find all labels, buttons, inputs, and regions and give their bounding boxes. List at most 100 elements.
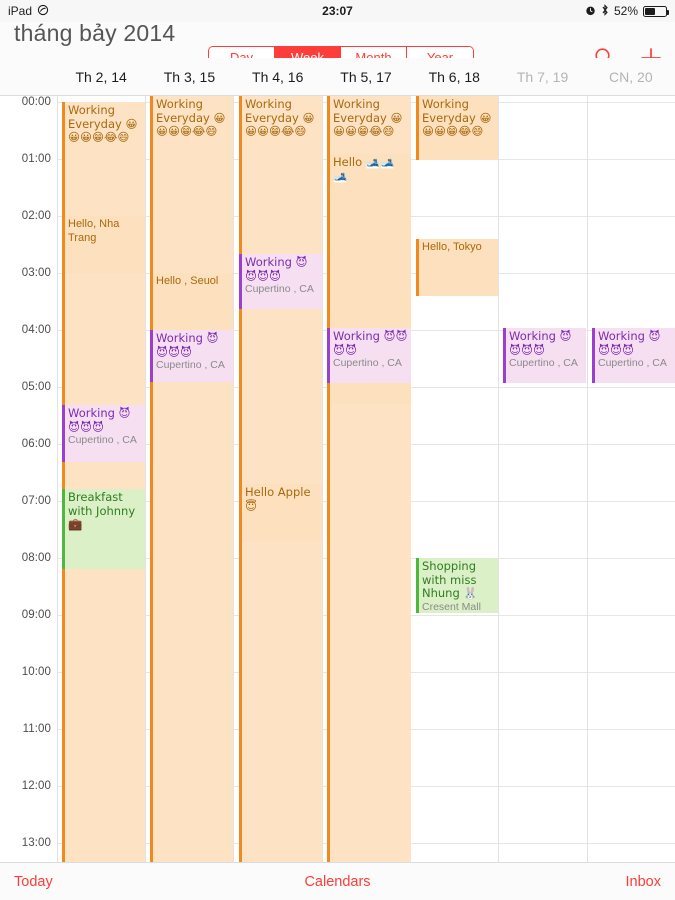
- event-color-bar: [416, 96, 419, 160]
- event-title: Shopping with miss Nhung 🐰: [422, 559, 478, 600]
- time-label-0000: 00:00: [21, 96, 51, 108]
- time-label-0200: 02:00: [21, 210, 51, 222]
- day-column-thu[interactable]: Working Everyday 😀😀😀😁😂😄 Hello 🎿🎿🎿 Workin…: [323, 96, 411, 862]
- event-working-cupertino[interactable]: Working 😈😈😈😈 Cupertino , CA: [592, 328, 675, 383]
- event-location: Cupertino , CA: [68, 434, 137, 446]
- event-working-everyday[interactable]: Working Everyday 😀😀😀😁😂😄: [416, 96, 498, 160]
- event-title: Working 😈😈😈😈: [598, 329, 661, 357]
- calendar-app: iPad 23:07 52% tháng bảy 2014 Th 2, 14 T…: [0, 0, 675, 900]
- event-color-bar: [327, 328, 330, 383]
- event-color-bar: [150, 330, 153, 382]
- event-color-bar: [62, 216, 65, 273]
- event-working-everyday[interactable]: Working Everyday 😀😀😀😁😂😄: [150, 96, 233, 862]
- day-header-sat[interactable]: Th 7, 19: [498, 58, 586, 95]
- event-color-bar: [416, 239, 419, 296]
- day-column-tue[interactable]: Working Everyday 😀😀😀😁😂😄 Hello , Seuol Wo…: [146, 96, 233, 862]
- event-title: Working Everyday 😀😀😀😁😂😄: [156, 97, 226, 138]
- event-title: Hello 🎿🎿🎿: [333, 155, 395, 183]
- event-color-bar: [416, 558, 419, 613]
- event-hello-tokyo[interactable]: Hello, Tokyo: [416, 239, 498, 296]
- day-header-thu[interactable]: Th 5, 17: [322, 58, 410, 95]
- event-hello-nha-trang[interactable]: Hello, Nha Trang: [62, 216, 145, 273]
- calendars-button[interactable]: Calendars: [0, 874, 675, 890]
- time-label-0100: 01:00: [21, 153, 51, 165]
- event-color-bar: [239, 484, 242, 541]
- day-header-fri[interactable]: Th 6, 18: [410, 58, 498, 95]
- battery-icon: [643, 5, 669, 17]
- status-bar-clock: 23:07: [322, 4, 353, 18]
- alarm-clock-icon: [585, 5, 596, 18]
- day-header-tue[interactable]: Th 3, 15: [145, 58, 233, 95]
- event-location: Cupertino , CA: [333, 357, 402, 369]
- event-title: Hello, Tokyo: [422, 241, 482, 253]
- time-label-0600: 06:00: [21, 438, 51, 450]
- day-column-sat[interactable]: Working 😈😈😈😈 Cupertino , CA: [499, 96, 586, 862]
- event-location: Cresent Mall: [422, 600, 481, 613]
- time-label-0700: 07:00: [21, 495, 51, 507]
- status-bar-right: 52%: [585, 4, 669, 18]
- event-title: Working 😈😈😈😈: [68, 406, 131, 434]
- day-header-mon[interactable]: Th 2, 14: [57, 58, 145, 95]
- event-title: Hello Apple 😇: [245, 485, 311, 513]
- event-title: Breakfast with Johnny 💼: [68, 490, 136, 531]
- event-title: Working Everyday 😀😀😀😁😂😄: [245, 97, 315, 138]
- day-header-row: Th 2, 14 Th 3, 15 Th 4, 16 Th 5, 17 Th 6…: [0, 58, 675, 96]
- event-location: Cupertino , CA: [598, 357, 667, 369]
- event-hello-apple[interactable]: Hello Apple 😇: [239, 484, 322, 541]
- event-working-cupertino[interactable]: Working 😈😈😈😈 Cupertino , CA: [150, 330, 233, 382]
- event-color-bar: [150, 96, 153, 862]
- day-header-sun[interactable]: CN, 20: [587, 58, 675, 95]
- event-title: Hello, Nha Trang: [68, 218, 120, 244]
- battery-percent-label: 52%: [613, 4, 638, 18]
- day-column-mon[interactable]: Working Everyday 😀😀😀😁😂😄 Hello, Nha Trang…: [58, 96, 145, 862]
- event-working-cupertino[interactable]: Working 😈😈😈😈 Cupertino , CA: [327, 328, 411, 383]
- event-color-bar: [239, 96, 242, 862]
- event-working-cupertino[interactable]: Working 😈😈😈😈 Cupertino , CA: [62, 405, 145, 462]
- event-breakfast-johnny[interactable]: Breakfast with Johnny 💼: [62, 489, 145, 569]
- event-working-cupertino[interactable]: Working 😈😈😈😈 Cupertino , CA: [503, 328, 586, 383]
- time-gutter: 00:00 01:00 02:00 03:00 04:00 05:00 06:0…: [0, 96, 57, 862]
- event-color-bar: [239, 254, 242, 309]
- event-title: Working 😈😈😈😈: [245, 255, 308, 283]
- event-location: Cupertino , CA: [156, 359, 225, 371]
- time-label-1300: 13:00: [21, 837, 51, 849]
- event-title: Working Everyday 😀😀😀😁😂😄: [333, 97, 403, 138]
- event-title: Working 😈😈😈😈: [156, 331, 219, 359]
- day-columns[interactable]: Working Everyday 😀😀😀😁😂😄 Hello, Nha Trang…: [57, 96, 675, 862]
- week-grid[interactable]: 00:00 01:00 02:00 03:00 04:00 05:00 06:0…: [0, 96, 675, 862]
- event-color-bar: [503, 328, 506, 383]
- time-label-0300: 03:00: [21, 267, 51, 279]
- status-bar: iPad 23:07 52%: [0, 0, 675, 22]
- event-shopping-nhung[interactable]: Shopping with miss Nhung 🐰 Cresent Mall: [416, 558, 498, 613]
- event-location: Cupertino , CA: [245, 283, 314, 295]
- time-label-1000: 10:00: [21, 666, 51, 678]
- page-title: tháng bảy 2014: [14, 20, 176, 46]
- day-header-wed[interactable]: Th 4, 16: [234, 58, 322, 95]
- time-label-0800: 08:00: [21, 552, 51, 564]
- day-header-gutter: [0, 58, 57, 95]
- event-title: Working 😈😈😈😈: [333, 329, 408, 357]
- time-label-1200: 12:00: [21, 780, 51, 792]
- nav-bar: tháng bảy 2014 Day Week Month Year: [0, 20, 675, 70]
- day-column-sun[interactable]: Working 😈😈😈😈 Cupertino , CA: [588, 96, 675, 862]
- event-hello-seuol[interactable]: Hello , Seuol: [150, 273, 233, 330]
- event-color-bar: [62, 489, 65, 569]
- event-title: Hello , Seuol: [156, 275, 219, 287]
- event-color-bar: [150, 273, 153, 330]
- time-label-1100: 11:00: [22, 723, 51, 735]
- event-color-bar: [592, 328, 595, 383]
- day-column-wed[interactable]: Working Everyday 😀😀😀😁😂😄 Working 😈😈😈😈 Cup…: [235, 96, 322, 862]
- inbox-button[interactable]: Inbox: [626, 874, 661, 890]
- event-title: Working Everyday 😀😀😀😁😂😄: [422, 97, 492, 138]
- event-location: Cupertino , CA: [509, 357, 578, 369]
- time-label-0500: 05:00: [21, 381, 51, 393]
- event-working-cupertino[interactable]: Working 😈😈😈😈 Cupertino , CA: [239, 254, 322, 309]
- bluetooth-icon: [601, 4, 609, 18]
- day-column-fri[interactable]: Working Everyday 😀😀😀😁😂😄 Hello, Tokyo Sho…: [412, 96, 498, 862]
- event-working-everyday[interactable]: Working Everyday 😀😀😀😁😂😄: [239, 96, 322, 862]
- event-title: Working Everyday 😀😀😀😁😂😄: [68, 103, 138, 144]
- time-label-0400: 04:00: [21, 324, 51, 336]
- day-separator: [233, 96, 234, 862]
- event-color-bar: [62, 405, 65, 462]
- bottom-toolbar: Today Calendars Inbox: [0, 862, 675, 900]
